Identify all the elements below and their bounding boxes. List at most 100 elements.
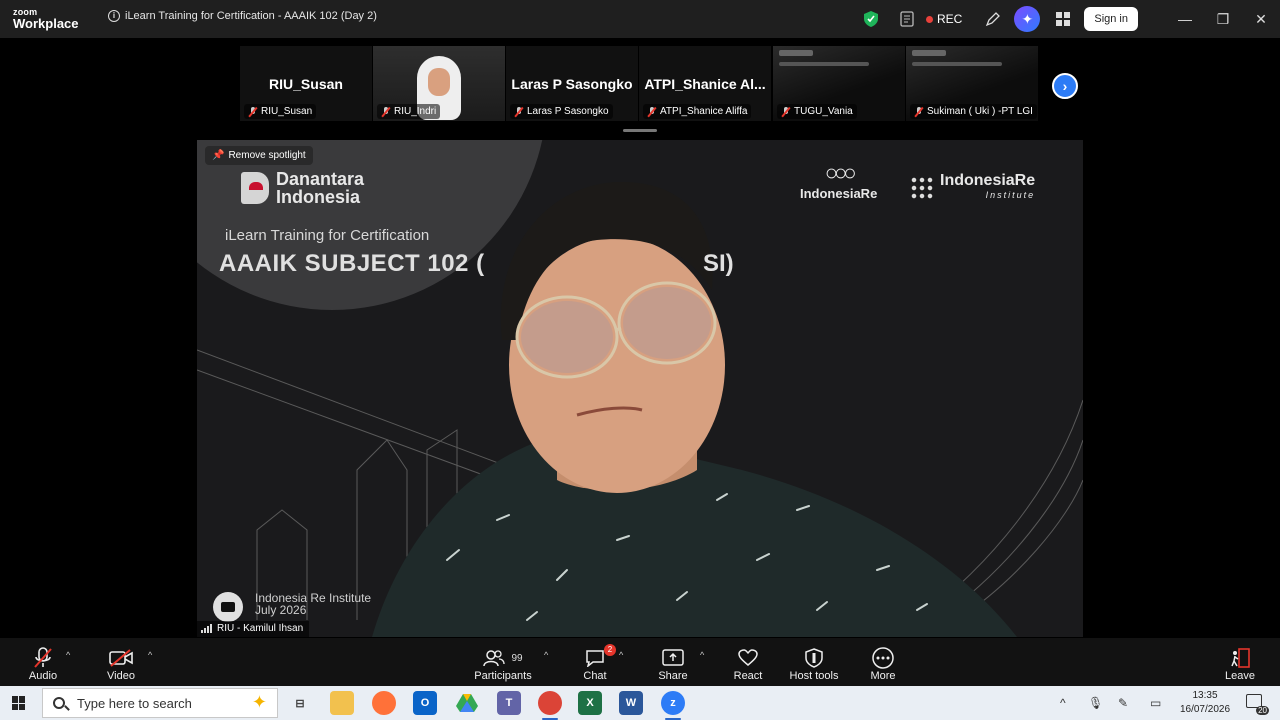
video-options-caret[interactable]: ^ [148, 650, 152, 660]
indonesiare-institute-logo: IndonesiaRe Institute [910, 173, 1035, 202]
file-explorer-icon[interactable] [330, 691, 354, 715]
copilot-spark-icon: ✦ [251, 692, 267, 712]
slide-footer: Indonesia Re Institute July 2026 [255, 591, 372, 617]
google-drive-icon[interactable] [455, 691, 479, 715]
microphone-tray-icon[interactable]: 🎙 [1088, 686, 1103, 720]
audio-button[interactable]: Audio [28, 646, 58, 682]
display-tray-icon[interactable]: ▭ [1150, 686, 1161, 720]
chat-icon [586, 650, 604, 667]
task-view-icon[interactable]: ⊟ [288, 691, 312, 715]
minimize-button[interactable]: — [1166, 0, 1204, 38]
share-button[interactable]: Share [658, 646, 688, 682]
participants-options-caret[interactable]: ^ [544, 650, 548, 660]
participant-label: RIU_Indri [377, 104, 441, 119]
camera-icon [213, 592, 243, 622]
participant-tile[interactable]: TUGU_Vania [773, 46, 905, 121]
rec-label: REC [937, 12, 963, 26]
video-button[interactable]: Video [105, 646, 137, 682]
participant-label: Sukiman ( Uki ) -PT LGI [910, 104, 1037, 119]
firefox-icon[interactable] [372, 691, 396, 715]
host-tools-button[interactable]: Host tools [789, 646, 839, 682]
restore-button[interactable]: ❐ [1204, 0, 1242, 38]
participant-label: TUGU_Vania [777, 104, 857, 119]
participants-count: 99 [511, 652, 523, 664]
ai-companion-icon[interactable]: ✦ [1014, 6, 1041, 32]
notes-icon[interactable] [896, 8, 918, 30]
participant-tile[interactable]: Sukiman ( Uki ) -PT LGI [906, 46, 1038, 121]
slide-preview [912, 50, 946, 56]
speaker-name-label: RIU - Kamilul Ihsan [197, 621, 310, 637]
taskbar-search-input[interactable]: Type here to search ✦ [42, 688, 278, 718]
participant-big-name: RIU_Susan [269, 76, 343, 92]
muted-mic-icon [914, 106, 924, 117]
zoom-brand-logo: zoom Workplace [0, 8, 100, 31]
windows-start-icon[interactable] [12, 696, 26, 710]
teams-icon[interactable]: T [497, 691, 521, 715]
participants-button[interactable]: 99 Participants [473, 646, 533, 682]
apps-grid-icon[interactable] [1052, 8, 1074, 30]
share-options-caret[interactable]: ^ [700, 650, 704, 660]
search-icon [53, 697, 65, 709]
chevron-right-icon: › [1062, 78, 1068, 94]
audio-options-caret[interactable]: ^ [66, 650, 70, 660]
chat-options-caret[interactable]: ^ [619, 650, 623, 660]
participant-tile[interactable]: Laras P Sasongko Laras P Sasongko [506, 46, 638, 121]
remove-spotlight-button[interactable]: 📌 Remove spotlight [205, 146, 313, 165]
participant-tile[interactable]: RIU_Indri [373, 46, 505, 121]
window-title-text: iLearn Training for Certification - AAAI… [125, 10, 377, 22]
muted-mic-icon [647, 106, 657, 117]
taskbar-clock[interactable]: 13:35 16/07/2026 [1176, 689, 1234, 717]
slide-preview [779, 50, 813, 56]
info-icon[interactable]: i [108, 10, 120, 22]
more-button[interactable]: More [868, 646, 898, 682]
react-button[interactable]: React [732, 646, 764, 682]
danantara-logo: Danantara Indonesia [241, 170, 364, 206]
participant-big-name: Laras P Sasongko [511, 76, 633, 92]
leave-button[interactable]: Leave [1225, 646, 1255, 682]
participant-label: Laras P Sasongko [510, 104, 613, 119]
participant-tile[interactable]: RIU_Susan RIU_Susan [240, 46, 372, 121]
more-dots-icon [872, 647, 894, 669]
spotlight-video[interactable]: 📌 Remove spotlight Danantara Indonesia iL… [197, 140, 1083, 637]
tray-overflow-icon[interactable]: ^ [1060, 686, 1066, 720]
muted-mic-icon [248, 106, 258, 117]
video-off-icon [109, 649, 133, 667]
participant-big-name: ATPI_Shanice Al... [644, 76, 766, 92]
pin-icon: 📌 [212, 150, 225, 161]
close-button[interactable]: ✕ [1242, 0, 1280, 38]
recording-indicator[interactable]: REC [926, 12, 962, 26]
zoom-app-icon[interactable]: z [661, 691, 685, 720]
security-shield-icon[interactable] [860, 8, 882, 30]
participant-tile[interactable]: ATPI_Shanice Al... ATPI_Shanice Aliffa [639, 46, 771, 121]
dot-grid-icon [910, 176, 934, 200]
notification-icon[interactable]: 20 [1246, 694, 1269, 715]
brand-bottom: Workplace [13, 16, 79, 31]
shield-icon [805, 648, 823, 668]
chrome-icon[interactable] [538, 691, 562, 720]
participant-thumbnail-strip: RIU_Susan RIU_Susan RIU_Indri Laras P Sa… [0, 38, 1280, 138]
muted-mic-icon [34, 647, 52, 668]
pen-tray-icon[interactable]: ✎ [1118, 686, 1128, 720]
annotate-pen-icon[interactable] [982, 8, 1004, 30]
remove-spotlight-label: Remove spotlight [228, 150, 306, 161]
muted-mic-icon [514, 106, 524, 117]
outlook-icon[interactable]: O [413, 691, 437, 715]
slide-heading-end: SI) [703, 250, 734, 277]
next-page-button[interactable]: › [1052, 73, 1078, 99]
sign-in-button[interactable]: Sign in [1084, 7, 1138, 31]
page-indicator [623, 129, 657, 132]
chat-badge: 2 [604, 644, 616, 656]
excel-icon[interactable]: X [578, 691, 602, 715]
participant-label: ATPI_Shanice Aliffa [643, 104, 752, 119]
window-title: i iLearn Training for Certification - AA… [108, 10, 377, 22]
indonesiare-logo: ○○○ IndonesiaRe [800, 160, 878, 201]
muted-mic-icon [781, 106, 791, 117]
muted-mic-icon [381, 106, 391, 117]
title-bar: zoom Workplace i iLearn Training for Cer… [0, 0, 1280, 38]
share-screen-icon [662, 649, 684, 666]
heart-icon [738, 649, 758, 666]
word-icon[interactable]: W [619, 691, 643, 715]
record-dot-icon [926, 15, 934, 23]
slide-subtitle: iLearn Training for Certification [225, 227, 430, 244]
chat-button[interactable]: 2 Chat [580, 644, 616, 682]
